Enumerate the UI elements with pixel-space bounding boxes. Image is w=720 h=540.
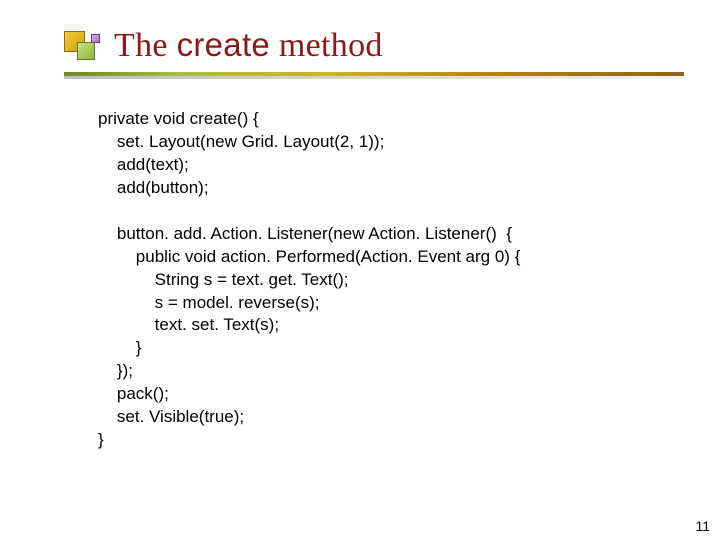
code-line: set. Layout(new Grid. Layout(2, 1));	[98, 132, 384, 151]
title-keyword: create	[177, 26, 271, 63]
code-line: public void action. Performed(Action. Ev…	[98, 247, 520, 266]
code-line: }	[98, 430, 104, 449]
title-prefix: The	[114, 27, 177, 64]
code-line: }	[98, 338, 141, 357]
code-line: private void create() {	[98, 109, 259, 128]
page-number: 11	[695, 518, 710, 534]
code-line: set. Visible(true);	[98, 407, 244, 426]
code-block: private void create() { set. Layout(new …	[98, 108, 660, 452]
code-line: add(text);	[98, 155, 189, 174]
code-line: });	[98, 361, 133, 380]
code-line: add(button);	[98, 178, 209, 197]
code-line: button. add. Action. Listener(new Action…	[98, 224, 512, 243]
title-suffix: method	[270, 27, 383, 64]
slide: The create method private void create() …	[0, 0, 720, 540]
title-underline	[64, 72, 684, 79]
code-line: s = model. reverse(s);	[98, 293, 320, 312]
slide-title: The create method	[114, 26, 383, 65]
code-line: pack();	[98, 384, 169, 403]
title-bar: The create method	[64, 26, 383, 65]
code-line: text. set. Text(s);	[98, 315, 279, 334]
decorative-squares-icon	[64, 28, 100, 64]
code-line: String s = text. get. Text();	[98, 270, 349, 289]
